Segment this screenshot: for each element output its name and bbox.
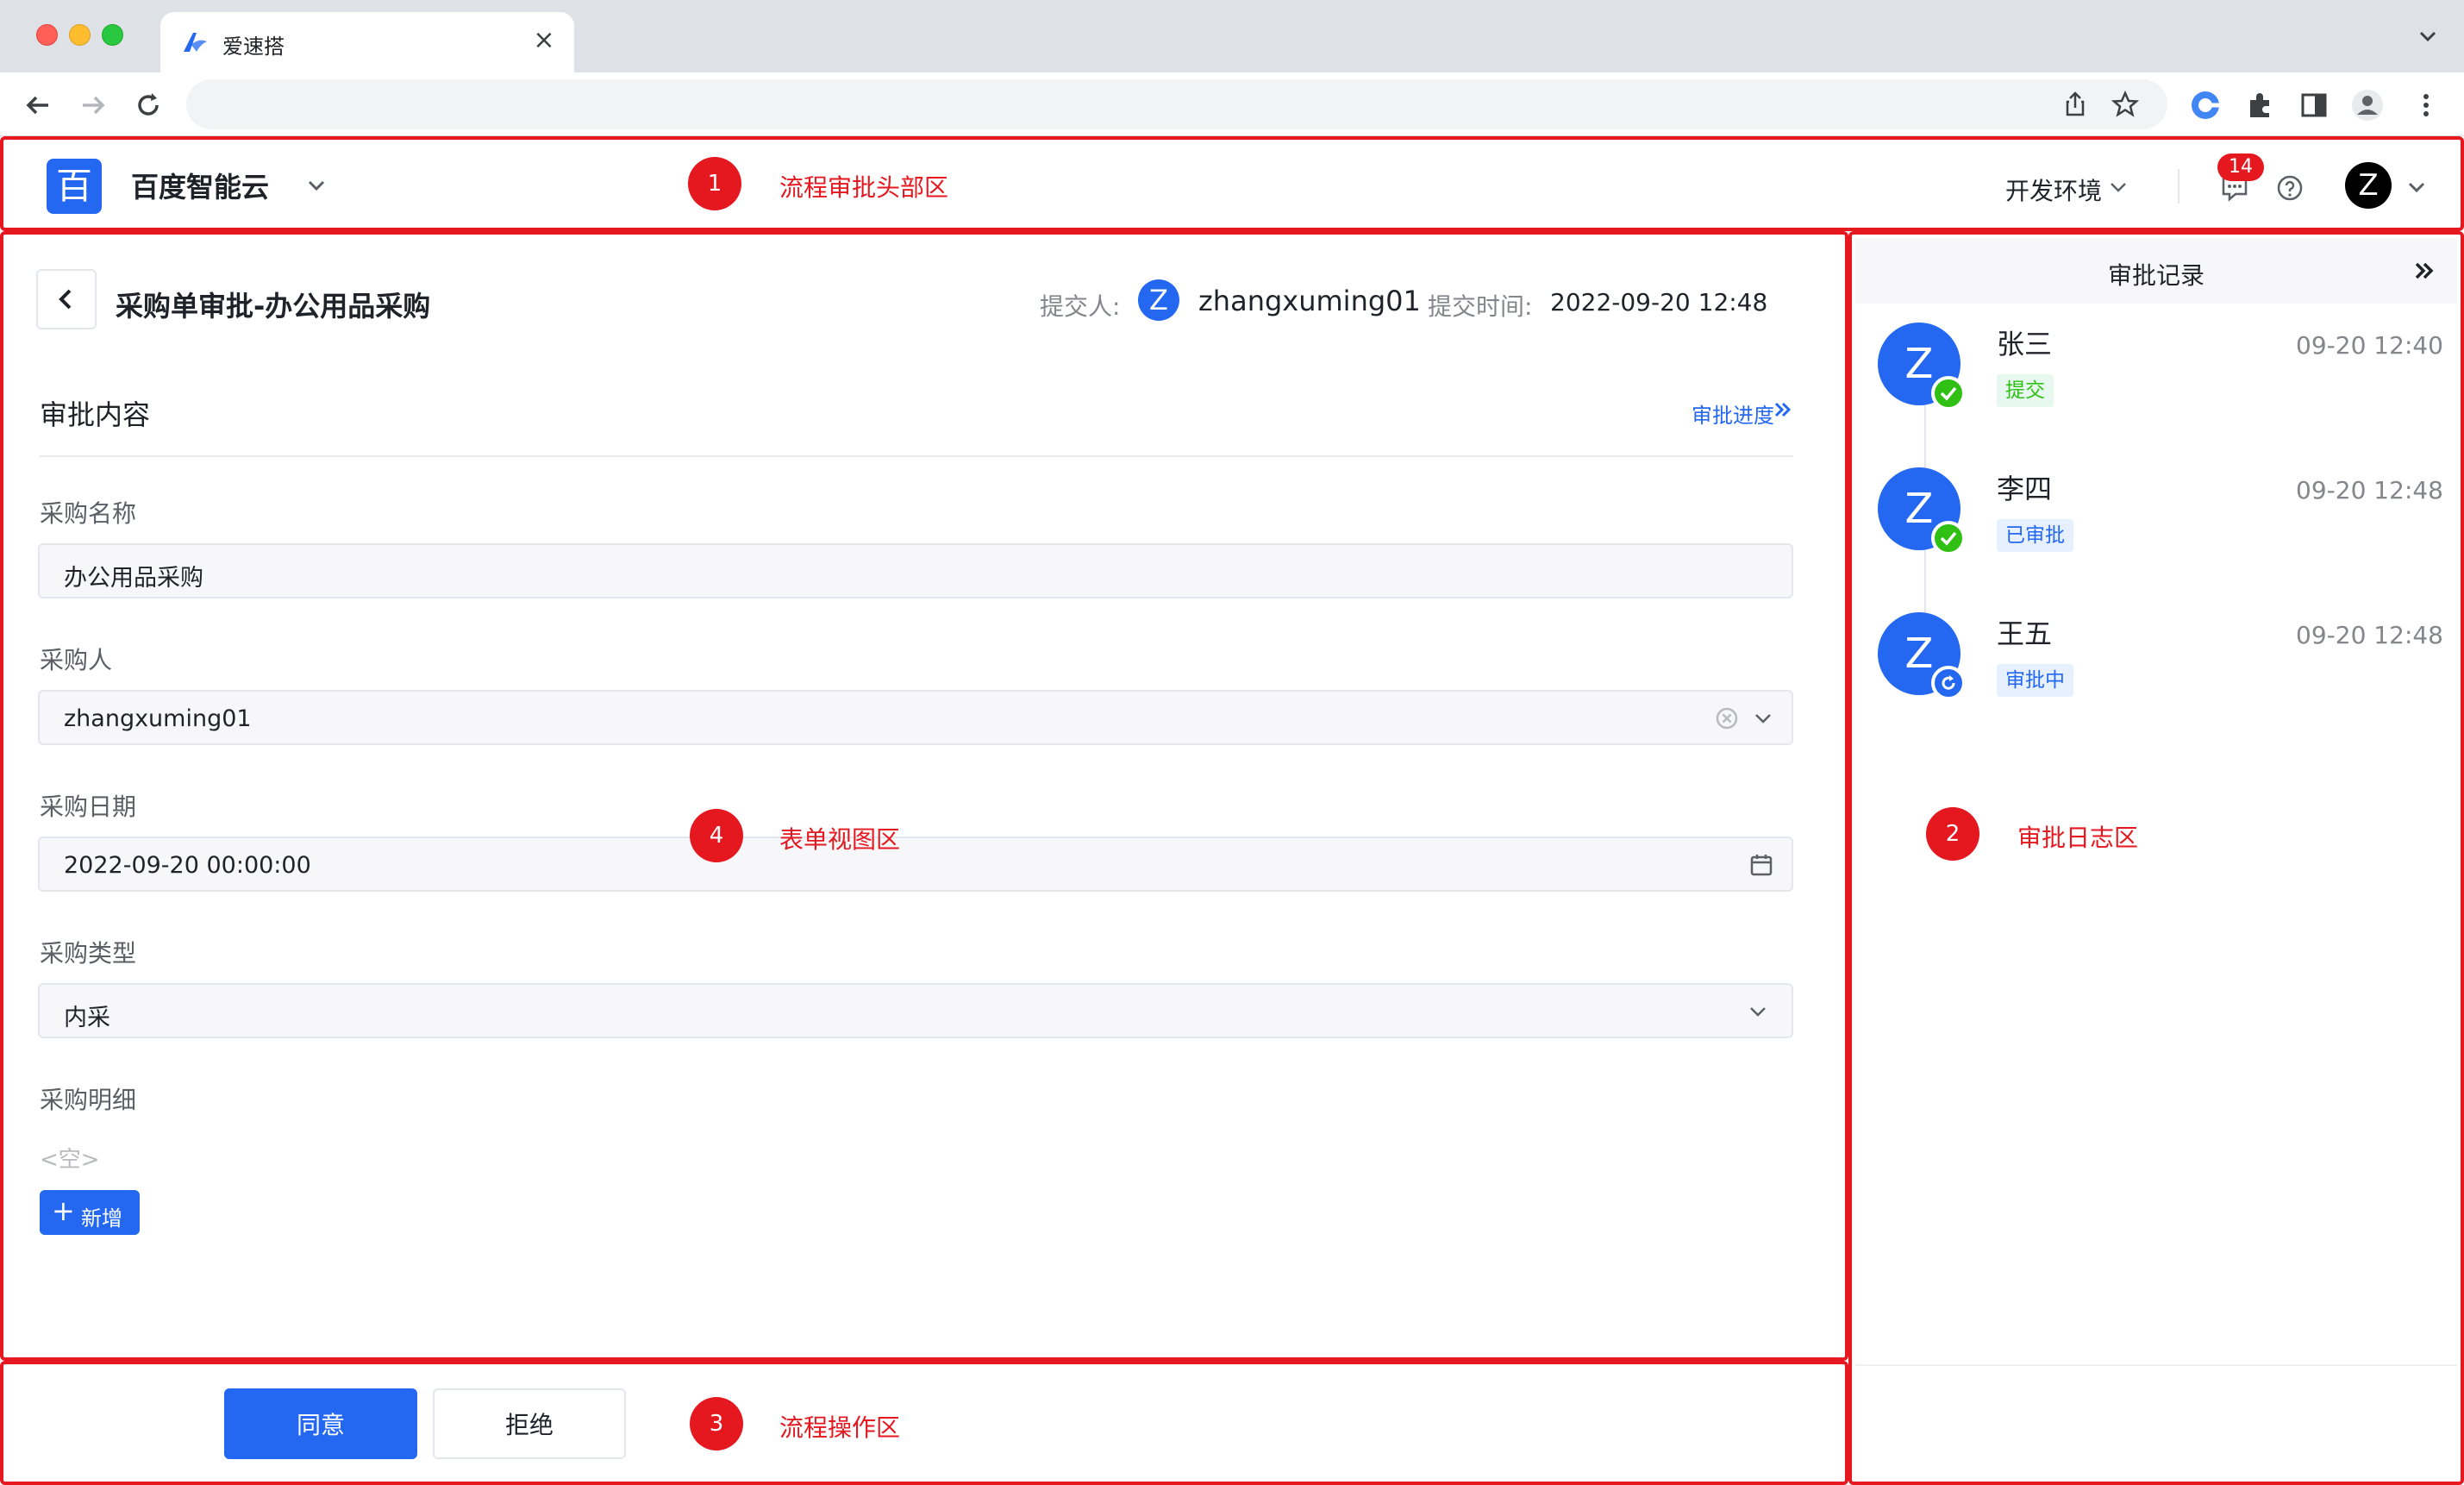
user-avatar[interactable]: Z — [2345, 162, 2392, 209]
purchase-name-value: 办公用品采购 — [64, 565, 203, 592]
status-badge: 审批中 — [1997, 664, 2073, 697]
brand-logo-icon: 百 — [47, 159, 102, 214]
approval-header-region: 百 百度智能云 1 流程审批头部区 开发环境 14 Z — [0, 136, 2464, 231]
clear-circle-icon[interactable] — [1714, 705, 1740, 731]
check-circle-icon — [1931, 521, 1966, 555]
chevron-down-icon[interactable] — [1745, 999, 1771, 1024]
chevron-down-icon[interactable] — [1750, 705, 1776, 731]
submitter-avatar: Z — [1138, 279, 1179, 321]
message-count-badge: 14 — [2217, 154, 2264, 181]
purchase-name-input[interactable]: 办公用品采购 — [38, 543, 1793, 598]
purchase-date-value: 2022-09-20 00:00:00 — [64, 852, 311, 879]
empty-placeholder: <空> — [40, 1147, 100, 1173]
purchase-type-value: 内采 — [64, 1005, 110, 1031]
status-badge: 已审批 — [1997, 519, 2073, 552]
approval-log-region: 审批记录 Z 张三 09-20 12:40 提交 Z 李四 09-20 12:4… — [1848, 231, 2464, 1485]
tab-title: 爱速搭 — [222, 34, 285, 59]
purchase-date-picker[interactable]: 2022-09-20 00:00:00 — [38, 836, 1793, 892]
window-zoom-button[interactable] — [102, 24, 123, 46]
chevron-left-icon — [59, 289, 72, 310]
pending-refresh-icon — [1931, 666, 1966, 700]
address-bar[interactable] — [186, 79, 2167, 129]
header-divider — [2178, 169, 2179, 204]
browser-tabbar: 爱速搭 × — [0, 0, 2464, 72]
extensions-puzzle-icon[interactable] — [2243, 88, 2278, 122]
browser-menu-icon[interactable] — [2409, 88, 2443, 122]
annotation-label-1: 流程审批头部区 — [779, 173, 949, 202]
log-time: 09-20 12:48 — [2296, 476, 2443, 504]
profile-icon[interactable] — [2350, 88, 2385, 122]
brand-chevron-down-icon[interactable] — [305, 174, 328, 197]
window-close-button[interactable] — [36, 24, 58, 46]
tab-close-icon[interactable]: × — [529, 26, 559, 55]
annotation-marker-1: 1 — [688, 157, 741, 210]
brand-name[interactable]: 百度智能云 — [131, 166, 269, 205]
annotation-marker-4: 4 — [690, 809, 743, 862]
annotation-label-2: 审批日志区 — [2017, 824, 2139, 852]
user-chevron-down-icon[interactable] — [2405, 176, 2428, 198]
log-title: 审批记录 — [2107, 261, 2204, 290]
page-title: 采购单审批-办公用品采购 — [116, 290, 431, 323]
log-name: 张三 — [1997, 328, 2053, 360]
agree-button[interactable]: 同意 — [224, 1388, 417, 1459]
window-minimize-button[interactable] — [69, 24, 91, 46]
section-title: 审批内容 — [40, 398, 151, 431]
log-time: 09-20 12:40 — [2296, 331, 2443, 360]
aisuda-favicon-icon — [184, 33, 207, 52]
reject-button[interactable]: 拒绝 — [433, 1388, 626, 1459]
submit-time-label: 提交时间: — [1428, 292, 1533, 321]
log-time: 09-20 12:48 — [2296, 621, 2443, 649]
share-icon[interactable] — [2061, 90, 2090, 119]
google-extension-icon[interactable] — [2188, 88, 2223, 122]
submit-time-value: 2022-09-20 12:48 — [1550, 288, 1768, 316]
tab-search-chevron-icon[interactable] — [2416, 24, 2440, 48]
purchase-detail-label: 采购明细 — [40, 1086, 137, 1114]
bookmark-star-icon[interactable] — [2111, 90, 2140, 119]
side-panel-icon[interactable] — [2297, 88, 2331, 122]
annotation-label-4: 表单视图区 — [779, 825, 901, 854]
reload-icon[interactable] — [131, 88, 166, 122]
purchase-type-select[interactable]: 内采 — [38, 983, 1793, 1038]
log-bottom-divider — [1855, 1364, 2457, 1366]
log-item: Z 王五 09-20 12:48 审批中 — [1878, 612, 2447, 707]
help-icon[interactable] — [2276, 174, 2304, 202]
form-view-region: 采购单审批-办公用品采购 提交人: Z zhangxuming01 提交时间: … — [0, 231, 1848, 1361]
process-action-region: 同意 拒绝 3 流程操作区 — [0, 1361, 1848, 1485]
calendar-icon[interactable] — [1748, 852, 1774, 878]
add-row-button[interactable]: + 新增 — [40, 1190, 140, 1235]
env-chevron-down-icon[interactable] — [2109, 178, 2128, 197]
log-name: 王五 — [1997, 617, 2053, 650]
annotation-label-3: 流程操作区 — [779, 1413, 901, 1442]
section-divider — [40, 455, 1793, 457]
annotation-marker-2: 2 — [1926, 807, 1979, 861]
buyer-select[interactable]: zhangxuming01 — [38, 690, 1793, 745]
double-chevron-right-icon[interactable] — [1773, 398, 1793, 421]
purchase-name-label: 采购名称 — [40, 499, 137, 528]
log-item: Z 张三 09-20 12:40 提交 — [1878, 323, 2447, 417]
browser-toolbar — [0, 72, 2464, 136]
plus-icon: + — [52, 1194, 75, 1227]
submitter-label: 提交人: — [1040, 292, 1121, 321]
environment-select[interactable]: 开发环境 — [2005, 172, 2102, 207]
add-button-label: 新增 — [81, 1206, 122, 1231]
check-circle-icon — [1931, 376, 1966, 410]
purchase-type-label: 采购类型 — [40, 939, 137, 968]
log-item: Z 李四 09-20 12:48 已审批 — [1878, 467, 2447, 562]
buyer-label: 采购人 — [40, 646, 113, 674]
annotation-marker-3: 3 — [690, 1397, 743, 1451]
purchase-date-label: 采购日期 — [40, 793, 137, 821]
log-header: 审批记录 — [1855, 238, 2457, 304]
status-badge: 提交 — [1997, 374, 2054, 407]
forward-arrow-icon[interactable] — [76, 88, 110, 122]
submitter-name: zhangxuming01 — [1198, 285, 1421, 317]
buyer-value: zhangxuming01 — [64, 705, 252, 732]
back-button[interactable] — [36, 269, 97, 329]
browser-tab[interactable]: 爱速搭 × — [160, 12, 574, 72]
approval-progress-link[interactable]: 审批进度 — [1692, 398, 1774, 429]
log-name: 李四 — [1997, 473, 2053, 505]
back-arrow-icon[interactable] — [21, 88, 55, 122]
collapse-double-chevron-icon[interactable] — [2412, 259, 2436, 283]
